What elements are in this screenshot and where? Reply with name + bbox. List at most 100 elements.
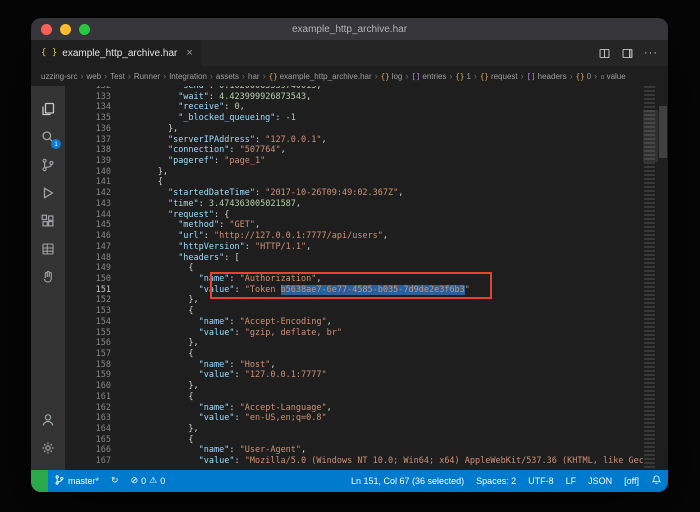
- code-line[interactable]: 143 "time": 3.474363005021587,: [65, 199, 643, 210]
- breadcrumb-item[interactable]: {}0: [576, 72, 591, 81]
- code-line[interactable]: 160 },: [65, 381, 643, 392]
- more-actions-icon[interactable]: ···: [644, 47, 658, 59]
- minimap[interactable]: [643, 86, 658, 470]
- code-text: },: [127, 381, 199, 392]
- problems-item[interactable]: ⊘ 0 ⚠ 0: [125, 470, 172, 492]
- code-line[interactable]: 162 "name": "Accept-Language",: [65, 403, 643, 414]
- sync-button[interactable]: ↻: [105, 470, 125, 492]
- breadcrumb-item[interactable]: []entries: [411, 72, 446, 81]
- code-line[interactable]: 155 "value": "gzip, deflate, br": [65, 328, 643, 339]
- remote-indicator[interactable]: [31, 470, 48, 492]
- code-line[interactable]: 148 "headers": [: [65, 253, 643, 264]
- line-number: 142: [65, 188, 127, 199]
- code-text: "request": {: [127, 210, 229, 221]
- code-line[interactable]: 157 {: [65, 349, 643, 360]
- vertical-scrollbar[interactable]: [658, 86, 668, 470]
- code-line[interactable]: 165 {: [65, 435, 643, 446]
- cursor-position-item[interactable]: Ln 151, Col 67 (36 selected): [345, 470, 470, 492]
- run-debug-icon[interactable]: [31, 179, 65, 207]
- encoding-item[interactable]: UTF-8: [522, 470, 560, 492]
- object-symbol-icon: {}: [269, 72, 278, 81]
- title-bar[interactable]: example_http_archive.har: [31, 18, 668, 40]
- code-line[interactable]: 135 "_blocked_queueing": -1: [65, 113, 643, 124]
- code-line[interactable]: 164 },: [65, 424, 643, 435]
- code-line[interactable]: 145 "method": "GET",: [65, 220, 643, 231]
- breadcrumb-item[interactable]: web: [86, 72, 101, 81]
- source-control-icon[interactable]: [31, 151, 65, 179]
- code-line[interactable]: 152 },: [65, 295, 643, 306]
- code-line[interactable]: 153 {: [65, 306, 643, 317]
- field-symbol-icon: ▫: [600, 72, 605, 81]
- hand-icon[interactable]: [31, 263, 65, 291]
- settings-gear-icon[interactable]: [31, 434, 65, 462]
- code-line[interactable]: 138 "connection": "507764",: [65, 145, 643, 156]
- breadcrumb-item[interactable]: Runner: [134, 72, 160, 81]
- code-line[interactable]: 161 {: [65, 392, 643, 403]
- code-text: {: [127, 392, 194, 403]
- code-line[interactable]: 146 "url": "http://127.0.0.1:7777/api/us…: [65, 231, 643, 242]
- breadcrumb-item[interactable]: {}example_http_archive.har: [269, 72, 372, 81]
- extensions-icon[interactable]: [31, 207, 65, 235]
- status-bar: master* ↻ ⊘ 0 ⚠ 0 Ln 151, Col 67 (36 sel…: [31, 470, 668, 492]
- git-branch-item[interactable]: master*: [48, 470, 105, 492]
- toggle-off-item[interactable]: [off]: [618, 470, 645, 492]
- language-mode-item[interactable]: JSON: [582, 470, 618, 492]
- minimap-slider[interactable]: [643, 110, 658, 162]
- code-line[interactable]: 141 {: [65, 177, 643, 188]
- breadcrumb-item[interactable]: har: [248, 72, 260, 81]
- code-line[interactable]: 140 },: [65, 167, 643, 178]
- code-line[interactable]: 167 "value": "Mozilla/5.0 (Windows NT 10…: [65, 456, 643, 467]
- minimize-window-button[interactable]: [60, 24, 71, 35]
- scrollbar-thumb[interactable]: [659, 106, 667, 158]
- close-tab-icon[interactable]: ×: [186, 47, 192, 59]
- code-line[interactable]: 151 "value": "Token b5638ae7-6e77-4585-b…: [65, 285, 643, 296]
- tab-example-http-archive[interactable]: { } example_http_archive.har ×: [31, 40, 202, 66]
- explorer-icon[interactable]: [31, 95, 65, 123]
- toggle-layout-icon[interactable]: [621, 47, 634, 60]
- breadcrumb-item[interactable]: Integration: [169, 72, 207, 81]
- code-line[interactable]: 154 "name": "Accept-Encoding",: [65, 317, 643, 328]
- notifications-bell-item[interactable]: [645, 470, 668, 492]
- code-line[interactable]: 136 },: [65, 124, 643, 135]
- errors-icon: ⊘: [131, 476, 139, 486]
- eol-item[interactable]: LF: [560, 470, 583, 492]
- code-line[interactable]: 147 "httpVersion": "HTTP/1.1",: [65, 242, 643, 253]
- window-title: example_http_archive.har: [31, 24, 668, 35]
- breadcrumb-item[interactable]: []headers: [527, 72, 567, 81]
- grid-view-icon[interactable]: [31, 235, 65, 263]
- close-window-button[interactable]: [41, 24, 52, 35]
- code-line[interactable]: 144 "request": {: [65, 210, 643, 221]
- breadcrumb-item[interactable]: uzzing-src: [41, 72, 77, 81]
- code-area[interactable]: 132 "send": 0.10200065539740013,133 "wai…: [65, 86, 643, 470]
- breadcrumb-item[interactable]: assets: [216, 72, 239, 81]
- breadcrumb-separator-icon: ›: [128, 71, 131, 81]
- code-line[interactable]: 150 "name": "Authorization",: [65, 274, 643, 285]
- breadcrumb-item[interactable]: {}log: [381, 72, 403, 81]
- code-line[interactable]: 133 "wait": 4.423999926873543,: [65, 92, 643, 103]
- code-line[interactable]: 158 "name": "Host",: [65, 360, 643, 371]
- line-number: 158: [65, 360, 127, 371]
- breadcrumb-item[interactable]: {}1: [455, 72, 470, 81]
- breadcrumb-item[interactable]: ▫value: [600, 72, 626, 81]
- zoom-window-button[interactable]: [79, 24, 90, 35]
- code-line[interactable]: 149 {: [65, 263, 643, 274]
- indentation-item[interactable]: Spaces: 2: [470, 470, 522, 492]
- code-line[interactable]: 163 "value": "en-US,en;q=0.8": [65, 413, 643, 424]
- breadcrumb-separator-icon: ›: [570, 71, 573, 81]
- search-icon[interactable]: 1: [31, 123, 65, 151]
- code-line[interactable]: 137 "serverIPAddress": "127.0.0.1",: [65, 135, 643, 146]
- code-line[interactable]: 156 },: [65, 338, 643, 349]
- code-line[interactable]: 142 "startedDateTime": "2017-10-26T09:49…: [65, 188, 643, 199]
- window-controls: [31, 24, 90, 35]
- code-line[interactable]: 139 "pageref": "page_1": [65, 156, 643, 167]
- line-number: 141: [65, 177, 127, 188]
- account-icon[interactable]: [31, 406, 65, 434]
- code-line[interactable]: 134 "receive": 0,: [65, 102, 643, 113]
- breadcrumb-item[interactable]: Test: [110, 72, 125, 81]
- code-text: },: [127, 338, 199, 349]
- breadcrumb-item[interactable]: {}request: [480, 72, 518, 81]
- code-line[interactable]: 166 "name": "User-Agent",: [65, 445, 643, 456]
- split-editor-icon[interactable]: [598, 47, 611, 60]
- code-text: },: [127, 124, 178, 135]
- code-line[interactable]: 159 "value": "127.0.0.1:7777": [65, 370, 643, 381]
